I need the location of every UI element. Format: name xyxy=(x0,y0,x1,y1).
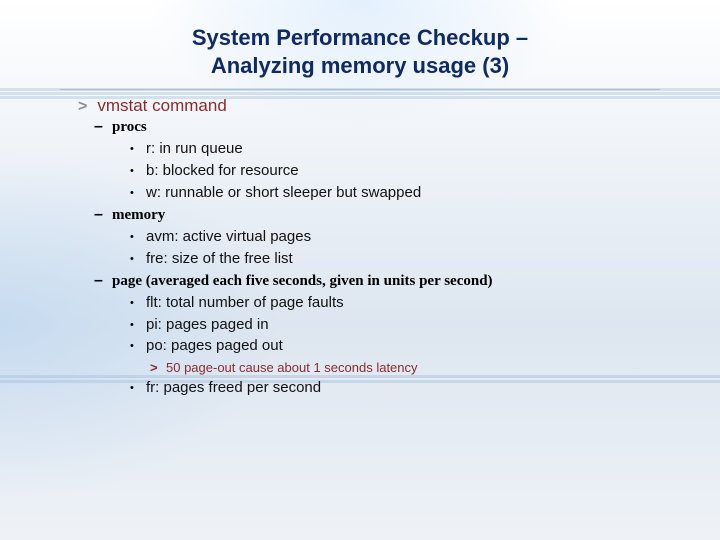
bullet-list-level3: fr: pages freed per second xyxy=(112,377,660,399)
note-list: 50 page-out cause about 1 seconds latenc… xyxy=(112,359,660,377)
l2-head-memory: memory xyxy=(112,207,165,223)
l3-item: flt: total number of page faults xyxy=(146,292,660,314)
bullet-list-level3: flt: total number of page faults pi: pag… xyxy=(112,292,660,357)
bullet-list-level3: r: in run queue b: blocked for resource … xyxy=(112,138,660,203)
l3-item: pi: pages paged in xyxy=(146,314,660,336)
l3-item: fre: size of the free list xyxy=(146,248,660,270)
title-line-1: System Performance Checkup – xyxy=(192,25,528,50)
l3-item: w: runnable or short sleeper but swapped xyxy=(146,182,660,204)
l2-head-procs: procs xyxy=(112,119,147,135)
l1-item: vmstat command procs r: in run queue b: … xyxy=(78,96,660,399)
l3-item: r: in run queue xyxy=(146,138,660,160)
l3-item: avm: active virtual pages xyxy=(146,226,660,248)
l1-heading: vmstat command xyxy=(97,96,226,115)
bullet-list-level3: avm: active virtual pages fre: size of t… xyxy=(112,226,660,270)
l2-item-procs: procs r: in run queue b: blocked for res… xyxy=(112,116,660,204)
slide-title: System Performance Checkup – Analyzing m… xyxy=(60,24,660,90)
l2-item-memory: memory avm: active virtual pages fre: si… xyxy=(112,204,660,270)
title-line-2: Analyzing memory usage (3) xyxy=(211,53,509,78)
l3-item: fr: pages freed per second xyxy=(146,377,660,399)
l3-item: b: blocked for resource xyxy=(146,160,660,182)
bullet-list-level1: vmstat command procs r: in run queue b: … xyxy=(60,96,660,399)
l2-head-page: page (averaged each five seconds, given … xyxy=(112,273,493,289)
l2-item-page: page (averaged each five seconds, given … xyxy=(112,270,660,400)
l3-item: po: pages paged out xyxy=(146,335,660,357)
slide-content: System Performance Checkup – Analyzing m… xyxy=(0,0,720,399)
note-item: 50 page-out cause about 1 seconds latenc… xyxy=(166,359,660,377)
bullet-list-level2: procs r: in run queue b: blocked for res… xyxy=(78,116,660,399)
